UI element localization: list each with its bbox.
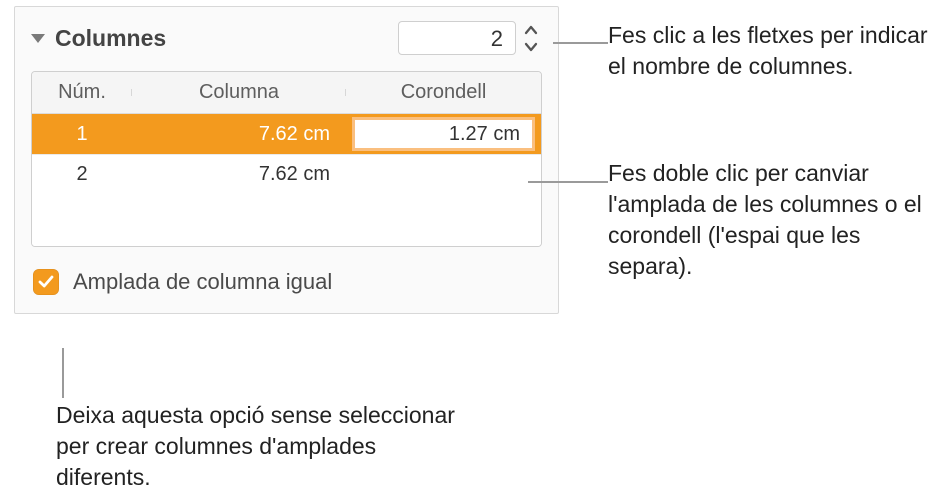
panel-title: Columnes: [55, 25, 166, 52]
cell-row1-gutter[interactable]: 1.27 cm: [346, 114, 541, 154]
callout-line: [62, 348, 64, 398]
table-row[interactable]: 2 7.62 cm: [32, 154, 541, 194]
callout-line: [528, 181, 608, 183]
check-icon: [37, 273, 55, 291]
callout-cell: Fes doble clic per canviar l'amplada de …: [608, 158, 933, 282]
table-empty-area: [32, 194, 541, 246]
stepper-up-button[interactable]: [520, 21, 542, 38]
equal-width-label: Amplada de columna igual: [73, 269, 332, 295]
gutter-editing-field[interactable]: 1.27 cm: [352, 117, 535, 151]
equal-width-row[interactable]: Amplada de columna igual: [31, 269, 542, 295]
column-count-field[interactable]: 2: [398, 21, 516, 55]
stepper-down-button[interactable]: [520, 38, 542, 55]
cell-row2-gutter[interactable]: [346, 155, 541, 194]
columns-table: Núm. Columna Corondell 1 7.62 cm 1.27 cm…: [31, 71, 542, 247]
cell-row1-width[interactable]: 7.62 cm: [132, 114, 346, 154]
cell-row1-num: 1: [32, 114, 132, 154]
chevron-up-icon: [524, 25, 538, 35]
table-row[interactable]: 1 7.62 cm 1.27 cm: [32, 114, 541, 154]
chevron-down-icon: [524, 42, 538, 52]
header-gutter: Corondell: [346, 81, 541, 104]
table-header-row: Núm. Columna Corondell: [32, 72, 541, 114]
header-column: Columna: [132, 81, 346, 104]
chevron-down-icon: [31, 34, 45, 43]
callout-checkbox: Deixa aquesta opció sense seleccionar pe…: [56, 400, 476, 493]
cell-row2-width[interactable]: 7.62 cm: [132, 155, 346, 194]
cell-row2-num: 2: [32, 155, 132, 194]
header-num: Núm.: [32, 81, 132, 104]
column-count-stepper: 2: [398, 21, 542, 55]
callout-line: [553, 42, 608, 44]
callout-stepper: Fes clic a les fletxes per indicar el no…: [608, 20, 928, 82]
equal-width-checkbox[interactable]: [33, 269, 59, 295]
columns-panel: Columnes 2 Núm. Columna Corondell 1 7.62…: [14, 6, 559, 314]
panel-title-group[interactable]: Columnes: [31, 25, 166, 52]
panel-header: Columnes 2: [31, 21, 542, 55]
stepper-buttons: [520, 21, 542, 55]
